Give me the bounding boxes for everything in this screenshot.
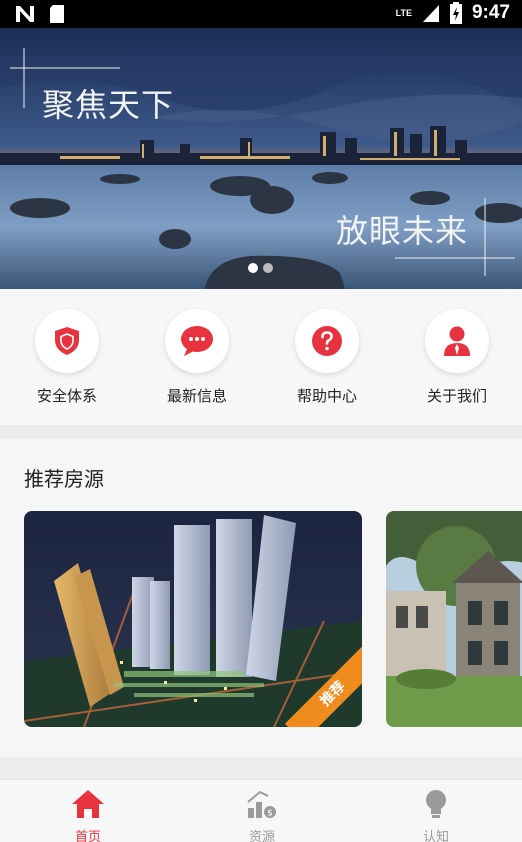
carousel-dot-active[interactable] [248,263,258,273]
lightbulb-icon [426,790,446,818]
quick-link-label: 帮助中心 [296,387,357,405]
banner-slogan-top: 聚焦天下 [42,86,175,124]
quick-link-label: 安全体系 [36,387,97,405]
carousel-indicator [248,263,273,273]
n-notification-icon [16,6,34,22]
banner-carousel[interactable]: 聚焦天下 放眼未来 [0,28,522,289]
battery-charging-icon [449,2,462,24]
network-type: LTE [395,8,412,18]
quick-links: 安全体系 最新信息 帮助中心 关于我们 [0,289,522,425]
nav-tab-resources[interactable]: $ 资源 [212,788,312,842]
signal-icon [422,5,439,22]
chat-icon [181,326,213,356]
nav-label: 资源 [248,830,275,842]
carousel-dot[interactable] [263,263,273,273]
nav-label: 首页 [74,830,101,842]
quick-link-about[interactable]: 关于我们 [407,309,507,406]
quick-link-help[interactable]: 帮助中心 [277,309,377,406]
section-divider [0,425,522,439]
sd-card-icon [50,5,64,23]
banner-slogan-bottom: 放眼未来 [336,212,469,250]
property-photo-villa [386,511,522,727]
property-card[interactable] [386,511,522,727]
quick-link-news[interactable]: 最新信息 [147,309,247,406]
section-divider [0,757,522,779]
nav-tab-home[interactable]: 首页 [38,788,138,842]
svg-text:$: $ [267,809,273,819]
quick-link-label: 关于我们 [426,387,487,405]
person-icon [444,326,470,356]
quick-link-security[interactable]: 安全体系 [17,309,117,406]
bottom-nav: 首页 $ 资源 认知 [0,779,522,842]
property-photo-night-towers [24,511,362,727]
home-icon [72,790,104,818]
question-icon [312,326,342,356]
nav-label: 认知 [422,830,449,842]
shield-icon [55,327,79,355]
nav-tab-cognition[interactable]: 认知 [386,788,486,842]
recommend-section: 推荐房源 推荐 [0,439,522,757]
section-title: 推荐房源 [24,467,104,491]
clock: 9:47 [471,2,510,23]
resource-icon: $ [247,790,276,819]
status-bar: LTE 9:47 [0,0,522,28]
property-card[interactable]: 推荐 [24,511,362,727]
quick-link-label: 最新信息 [166,387,227,405]
